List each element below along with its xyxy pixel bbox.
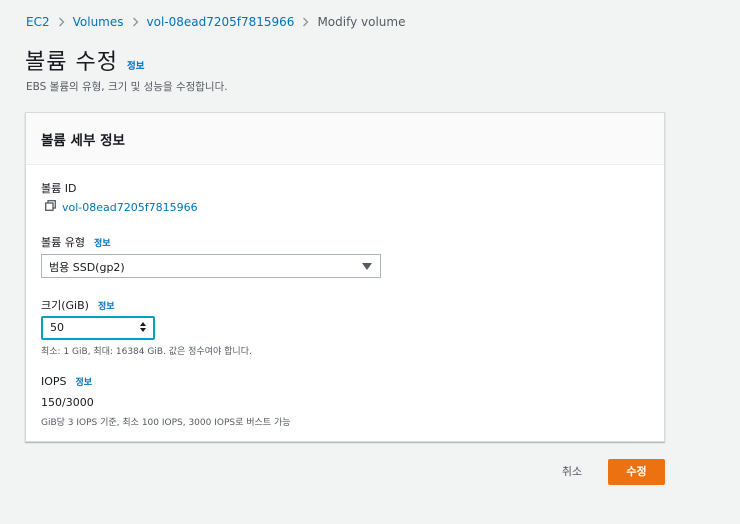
- volume-type-info-link[interactable]: 정보: [94, 236, 111, 249]
- chevron-right-icon: [132, 17, 139, 27]
- breadcrumb: EC2 Volumes vol-08ead7205f7815966 Modify…: [26, 15, 405, 29]
- breadcrumb-volumes[interactable]: Volumes: [73, 15, 124, 29]
- breadcrumb-ec2[interactable]: EC2: [26, 15, 50, 29]
- iops-label-text: IOPS: [41, 375, 67, 388]
- iops-hint: GiB당 3 IOPS 기준, 최소 100 IOPS, 3000 IOPS로 …: [41, 418, 291, 428]
- panel-header: 볼륨 세부 정보: [26, 113, 664, 165]
- stepper-icon[interactable]: [140, 322, 146, 332]
- stepper-up-icon[interactable]: [140, 322, 146, 326]
- size-hint: 최소: 1 GiB, 최대: 16384 GiB. 값은 정수여야 합니다.: [41, 347, 252, 357]
- size-input-value: 50: [50, 321, 64, 334]
- iops-info-link[interactable]: 정보: [76, 375, 93, 388]
- breadcrumb-volume-id[interactable]: vol-08ead7205f7815966: [147, 15, 295, 29]
- volume-type-label: 볼륨 유형 정보: [41, 234, 111, 250]
- caret-down-icon: [362, 263, 372, 270]
- chevron-right-icon: [302, 17, 309, 27]
- size-input[interactable]: 50: [41, 316, 155, 340]
- page-title: 볼륨 수정: [25, 50, 118, 75]
- chevron-right-icon: [58, 17, 65, 27]
- volume-type-label-text: 볼륨 유형: [41, 236, 85, 249]
- page-description: EBS 볼륨의 유형, 크기 및 성능을 수정합니다.: [26, 81, 228, 93]
- volume-details-panel: 볼륨 세부 정보 볼륨 ID vol-08ead7205f7815966 볼륨 …: [25, 112, 665, 442]
- volume-id-link[interactable]: vol-08ead7205f7815966: [62, 201, 198, 214]
- size-info-link[interactable]: 정보: [98, 299, 115, 312]
- modify-button[interactable]: 수정: [608, 459, 665, 485]
- size-label: 크기(GiB) 정보: [41, 297, 115, 313]
- volume-type-selected: 범용 SSD(gp2): [49, 261, 125, 274]
- panel-title: 볼륨 세부 정보: [41, 133, 125, 149]
- cancel-button[interactable]: 취소: [548, 459, 596, 485]
- volume-id-label: 볼륨 ID: [41, 180, 76, 196]
- stepper-down-icon[interactable]: [140, 328, 146, 332]
- breadcrumb-current: Modify volume: [317, 15, 406, 29]
- size-label-text: 크기(GiB): [41, 299, 89, 312]
- iops-value: 150/3000: [41, 396, 94, 409]
- volume-id-label-text: 볼륨 ID: [41, 182, 77, 195]
- iops-label: IOPS 정보: [41, 375, 92, 388]
- volume-type-select[interactable]: 범용 SSD(gp2): [41, 254, 381, 278]
- page-info-link[interactable]: 정보: [127, 58, 144, 72]
- volume-id-row: vol-08ead7205f7815966: [45, 200, 198, 214]
- page-header: 볼륨 수정 정보: [25, 44, 144, 76]
- copy-icon[interactable]: [45, 200, 56, 214]
